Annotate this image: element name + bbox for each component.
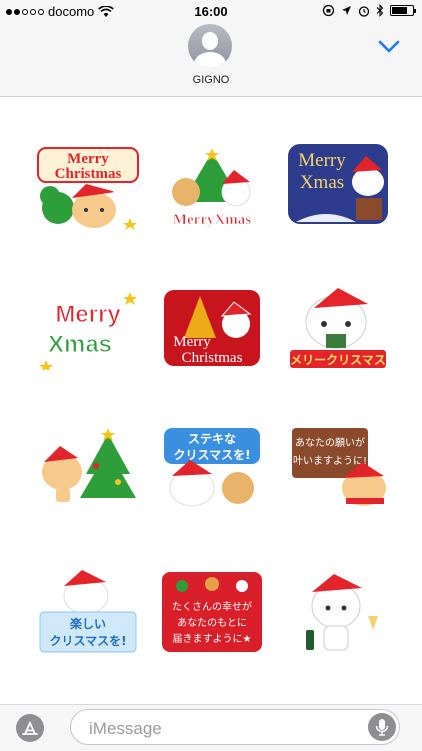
sticker-11-text1: たくさんの幸せが	[172, 600, 252, 613]
sticker-1-text2: Christmas	[55, 166, 122, 182]
message-placeholder: iMessage	[89, 719, 162, 738]
sticker-8-text2: クリスマスを!	[173, 448, 250, 462]
sticker-10-text1: 楽しい	[70, 616, 106, 631]
sticker-2-text1: MerryXmas	[173, 212, 251, 228]
sticker-5-text2: Christmas	[182, 350, 243, 366]
contact-name[interactable]: GIGNO	[0, 74, 422, 86]
sticker-10-text2: クリスマスを!	[49, 634, 126, 648]
dictation-button[interactable]	[368, 713, 396, 741]
sticker-11-text3: 届きますように★	[173, 633, 252, 645]
sticker-merii-kurisumasu[interactable]: メリークリスマス	[286, 286, 390, 370]
compose-bar: iMessage	[0, 704, 422, 751]
sticker-merry-christmas-wreath[interactable]: Merry Christmas	[36, 146, 140, 230]
sticker-8-text1: ステキな	[188, 432, 236, 446]
sticker-4-text2: Xmas	[48, 331, 112, 358]
chevron-down-icon[interactable]	[378, 40, 400, 54]
status-bar: docomo 16:00	[0, 0, 422, 22]
microphone-icon	[375, 719, 389, 736]
location-icon	[342, 6, 351, 15]
rotation-lock-icon	[322, 4, 335, 17]
sticker-3-text2: Xmas	[300, 172, 344, 193]
sticker-9-text2: 叶いますように!	[293, 455, 367, 467]
sticker-merry-christmas-red[interactable]: Merry Christmas	[160, 286, 264, 370]
battery-icon	[390, 5, 416, 16]
app-store-button[interactable]	[16, 714, 44, 742]
message-input[interactable]: iMessage	[70, 709, 400, 745]
conversation-header: GIGNO	[0, 22, 422, 97]
sticker-cat-tree[interactable]	[36, 426, 140, 510]
sticker-tanoshii-kurisumasu[interactable]: 楽しい クリスマスを!	[36, 570, 140, 654]
alarm-icon	[358, 5, 370, 17]
status-icons	[322, 4, 416, 17]
sticker-takusan-no-shiawase[interactable]: たくさんの幸せが あなたのもとに 届きますように★	[160, 570, 264, 654]
sticker-3-text1: Merry	[298, 150, 346, 171]
sticker-11-text2: あなたのもとに	[177, 617, 247, 629]
sticker-grid: Merry Christmas MerryXmas Merry Xmas Mer…	[0, 96, 422, 704]
bluetooth-icon	[376, 4, 384, 17]
sticker-6-text1: メリークリスマス	[290, 353, 386, 367]
sticker-merry-xmas-tree[interactable]: MerryXmas	[160, 146, 264, 230]
sticker-5-text1: Merry	[173, 334, 211, 350]
app-store-icon	[22, 720, 38, 735]
contact-avatar[interactable]	[188, 24, 232, 68]
sticker-9-text1: あなたの願いが	[295, 436, 365, 449]
sticker-cat-champagne[interactable]	[286, 570, 390, 654]
sticker-merry-xmas-text[interactable]: Merry Xmas	[36, 286, 140, 370]
sticker-anata-no-negai[interactable]: あなたの願いが 叶いますように!	[286, 426, 390, 510]
sticker-merry-xmas-night[interactable]: Merry Xmas	[286, 142, 390, 226]
sticker-sutekina-kurisumasu[interactable]: ステキな クリスマスを!	[160, 426, 264, 510]
sticker-4-text1: Merry	[55, 301, 121, 328]
sticker-1-text1: Merry	[67, 151, 109, 167]
